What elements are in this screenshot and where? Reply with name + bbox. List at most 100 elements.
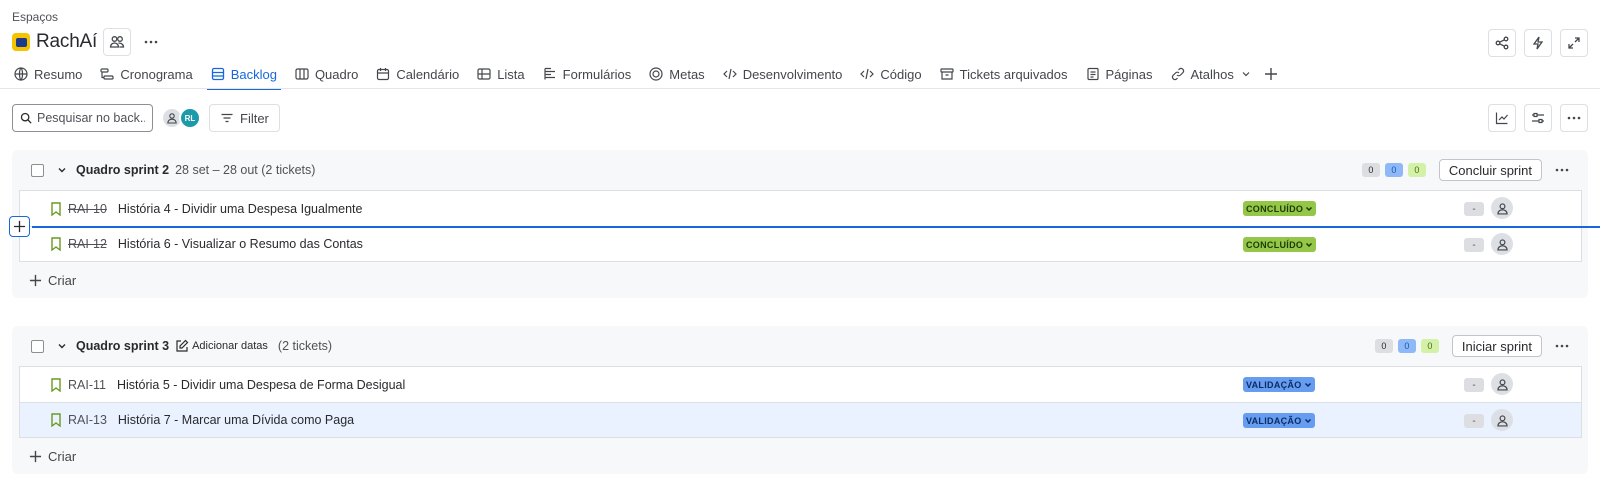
team-button[interactable] <box>103 28 132 56</box>
issue-key[interactable]: RAI-10 <box>68 202 107 216</box>
story-points[interactable]: - <box>1464 378 1484 392</box>
edit-icon <box>176 339 189 352</box>
sprint-header: Quadro sprint 2 28 set – 28 out (2 ticke… <box>12 150 1588 190</box>
add-tab-button[interactable] <box>1260 60 1282 88</box>
add-dates-button[interactable]: Adicionar datas <box>175 339 268 353</box>
tab-label: Tickets arquivados <box>959 66 1068 82</box>
create-issue-button[interactable]: Criar <box>12 262 1588 298</box>
tab-paginas[interactable]: Páginas <box>1082 60 1157 88</box>
table-row[interactable]: RAI-13 História 7 - Marcar uma Dívida co… <box>20 402 1581 437</box>
status-badge[interactable]: VALIDAÇÃO <box>1243 413 1315 428</box>
sprint-name[interactable]: Quadro sprint 3 <box>76 339 169 353</box>
sprint-actions: 0 0 0 Concluir sprint <box>1361 150 1574 190</box>
table-row[interactable]: RAI-11 História 5 - Dividir uma Despesa … <box>20 367 1581 402</box>
insert-row-button[interactable] <box>9 216 30 237</box>
search-input[interactable] <box>37 111 145 125</box>
tab-formularios[interactable]: Formulários <box>539 60 636 88</box>
todo-count: 0 <box>1361 163 1380 177</box>
create-issue-button[interactable]: Criar <box>12 438 1588 474</box>
person-icon <box>1496 414 1508 427</box>
tab-metas[interactable]: Metas <box>645 60 708 88</box>
start-sprint-button[interactable]: Iniciar sprint <box>1451 335 1542 357</box>
tab-resumo[interactable]: Resumo <box>10 60 86 88</box>
tab-atalhos[interactable]: Atalhos <box>1167 60 1256 88</box>
tab-label: Metas <box>669 66 705 82</box>
tab-calendario[interactable]: Calendário <box>372 60 463 88</box>
bookmark-icon <box>50 377 62 392</box>
backlog-toolbar: RL Filter <box>12 104 280 132</box>
list-icon <box>477 68 491 80</box>
tab-cronograma[interactable]: Cronograma <box>96 60 196 88</box>
avatar[interactable]: RL <box>179 107 201 129</box>
in-progress-count: 0 <box>1384 163 1403 177</box>
more-actions-button[interactable] <box>1560 104 1588 132</box>
story-points[interactable]: - <box>1464 202 1484 216</box>
tab-tickets-arquivados[interactable]: Tickets arquivados <box>936 60 1072 88</box>
timeline-icon <box>100 68 115 80</box>
plus-icon <box>13 220 26 233</box>
sprint-checkbox[interactable] <box>31 339 44 353</box>
tab-label: Código <box>880 66 922 82</box>
issue-summary[interactable]: História 7 - Marcar uma Dívida como Paga <box>118 413 354 427</box>
tab-lista[interactable]: Lista <box>473 60 528 88</box>
sprint-name[interactable]: Quadro sprint 2 <box>76 163 169 177</box>
tab-desenvolvimento[interactable]: Desenvolvimento <box>719 60 847 88</box>
chevron-down-icon[interactable] <box>56 340 68 352</box>
issue-key[interactable]: RAI-13 <box>68 413 107 427</box>
person-icon <box>1496 238 1508 251</box>
share-button[interactable] <box>1488 29 1516 57</box>
complete-sprint-button[interactable]: Concluir sprint <box>1438 159 1542 181</box>
issue-summary[interactable]: História 5 - Dividir uma Despesa de Form… <box>117 378 405 392</box>
more-icon <box>1555 168 1569 172</box>
people-icon <box>109 36 125 48</box>
assignee-filter: RL <box>161 107 201 129</box>
status-label: VALIDAÇÃO <box>1246 379 1302 390</box>
more-options-button[interactable] <box>137 28 166 56</box>
story-points[interactable]: - <box>1464 414 1484 428</box>
person-icon <box>167 113 177 124</box>
breadcrumb[interactable]: Espaços <box>12 10 58 24</box>
view-settings-button[interactable] <box>1524 104 1552 132</box>
issue-list: RAI-11 História 5 - Dividir uma Despesa … <box>19 366 1582 438</box>
status-badge[interactable]: CONCLUÍDO <box>1243 237 1317 252</box>
tab-label: Desenvolvimento <box>742 66 843 82</box>
pages-icon <box>1086 67 1099 81</box>
sprint-ticket-count: (2 tickets) <box>277 339 333 353</box>
issue-summary[interactable]: História 6 - Visualizar o Resumo das Con… <box>118 237 363 251</box>
table-row[interactable]: RAI-10 História 4 - Dividir uma Despesa … <box>20 191 1581 226</box>
issue-key[interactable]: RAI-11 <box>68 378 106 392</box>
automation-button[interactable] <box>1524 29 1552 57</box>
filter-button[interactable]: Filter <box>209 104 280 132</box>
expand-icon <box>1568 37 1580 49</box>
filter-icon <box>221 113 233 123</box>
chevron-down-icon <box>1242 72 1250 77</box>
assignee-avatar[interactable] <box>1491 197 1513 219</box>
chevron-down-icon[interactable] <box>56 164 68 176</box>
sprint-more-button[interactable] <box>1550 162 1574 178</box>
insights-button[interactable] <box>1488 104 1516 132</box>
status-label: CONCLUÍDO <box>1246 203 1304 214</box>
sprint-more-button[interactable] <box>1550 338 1574 354</box>
project-tabs: Resumo Cronograma Backlog Quadro Calendá… <box>10 60 1292 90</box>
story-points[interactable]: - <box>1464 238 1484 252</box>
fullscreen-button[interactable] <box>1560 29 1588 57</box>
todo-count: 0 <box>1374 339 1393 353</box>
add-dates-label: Adicionar datas <box>192 340 268 352</box>
tab-backlog[interactable]: Backlog <box>206 60 282 90</box>
assignee-avatar[interactable] <box>1491 373 1513 395</box>
assignee-avatar[interactable] <box>1491 409 1513 431</box>
issue-key[interactable]: RAI-12 <box>68 237 107 251</box>
chevron-down-icon <box>1306 242 1313 247</box>
search-box[interactable] <box>12 104 153 132</box>
status-badge[interactable]: CONCLUÍDO <box>1243 201 1317 216</box>
tab-label: Formulários <box>562 66 632 82</box>
tab-codigo[interactable]: Código <box>856 60 925 88</box>
assignee-avatar[interactable] <box>1491 233 1513 255</box>
tab-quadro[interactable]: Quadro <box>291 60 362 88</box>
sprint-checkbox[interactable] <box>31 163 44 177</box>
table-row[interactable]: RAI-12 História 6 - Visualizar o Resumo … <box>20 226 1581 261</box>
status-badge[interactable]: VALIDAÇÃO <box>1243 377 1315 392</box>
project-avatar-icon <box>12 33 30 51</box>
forms-icon <box>544 67 555 80</box>
issue-summary[interactable]: História 4 - Dividir uma Despesa Igualme… <box>118 202 363 216</box>
